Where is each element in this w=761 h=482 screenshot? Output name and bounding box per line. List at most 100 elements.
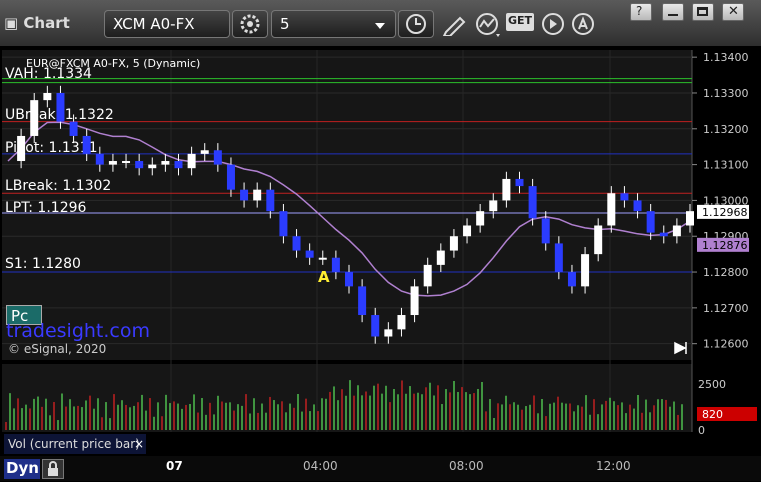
- chart-header: EUR@FXCM A0-FX, 5 (Dynamic): [26, 57, 200, 70]
- app-title-text: Chart: [23, 14, 70, 32]
- candle-body: [82, 135, 91, 154]
- y-tick-label: 1.13300: [703, 87, 749, 100]
- volume-study-label[interactable]: Vol (current price bar) ×: [4, 434, 146, 454]
- interval-text: 5: [280, 15, 290, 33]
- search-icon[interactable]: [570, 12, 598, 38]
- maximize-icon: [697, 7, 708, 16]
- settings-gear-icon: [240, 14, 260, 34]
- candle-body: [436, 250, 445, 265]
- candle-body: [122, 161, 131, 164]
- candle-body: [489, 200, 498, 212]
- lock-button[interactable]: [42, 459, 64, 479]
- candle-body: [200, 150, 209, 154]
- app-title: ▣ Chart: [4, 14, 70, 32]
- candle-body: [567, 272, 576, 287]
- candle-body: [226, 164, 235, 190]
- chart-area[interactable]: VAH: 1.1334UBreak: 1.1322Pivot: 1.1311LB…: [0, 46, 761, 456]
- candle-body: [476, 211, 485, 226]
- time-label-date: 07: [166, 459, 183, 473]
- candle-body: [292, 236, 301, 251]
- pencil-icon[interactable]: [440, 12, 470, 36]
- candle-body: [633, 200, 642, 212]
- y-tick-label: 1.12700: [703, 302, 749, 315]
- settings-button[interactable]: [232, 10, 268, 38]
- candle-body: [659, 232, 668, 237]
- candle-body: [240, 189, 249, 201]
- candle-body: [305, 250, 314, 258]
- volume-study-text: Vol (current price bar): [8, 437, 140, 451]
- chevron-down-icon: [375, 23, 385, 29]
- get-button[interactable]: GET: [506, 13, 534, 31]
- candle-body: [331, 257, 340, 273]
- symbol-text: XCM A0-FX: [113, 15, 195, 33]
- minimize-icon: [668, 14, 678, 16]
- restore-button[interactable]: ?: [630, 3, 652, 21]
- y-tick-label: 1.13400: [703, 51, 749, 64]
- candle-body: [253, 189, 262, 201]
- annotation-a: A: [318, 268, 330, 286]
- candle-body: [646, 211, 655, 233]
- close-button[interactable]: ✕: [722, 3, 744, 21]
- candle-body: [345, 272, 353, 287]
- time-button[interactable]: [398, 10, 434, 38]
- volume-tick-label: 2500: [698, 378, 726, 391]
- time-axis: Dyn 07 04:00 08:00 12:00: [0, 456, 761, 481]
- symbol-input[interactable]: XCM A0-FX: [104, 10, 230, 38]
- candle-body: [318, 257, 327, 260]
- chart-app-icon: ▣: [4, 14, 19, 32]
- time-label-0400: 04:00: [303, 459, 338, 473]
- candle-body: [672, 225, 681, 237]
- candle-body: [397, 315, 406, 330]
- candle-body: [410, 286, 419, 316]
- candle-body: [371, 315, 380, 337]
- window-toolbar: ▣ Chart XCM A0-FX 5 GET ? ✕: [0, 0, 761, 47]
- dynamic-label[interactable]: Dyn: [4, 459, 40, 479]
- candle-body: [17, 135, 26, 162]
- candle-body: [174, 161, 183, 169]
- candle-body: [581, 254, 590, 287]
- y-tick-label: 1.13100: [703, 159, 749, 172]
- candle-body: [449, 236, 458, 251]
- copyright-text: © eSignal, 2020: [8, 342, 107, 356]
- y-tick-label: 1.12600: [703, 338, 749, 351]
- candle-body: [187, 153, 196, 169]
- restore-icon: ?: [636, 4, 643, 18]
- close-icon[interactable]: ×: [134, 434, 144, 454]
- candle-body: [43, 92, 52, 101]
- volume-tick-label: 0: [698, 424, 705, 437]
- ma-price-label: 1.12876: [702, 239, 748, 252]
- candle-body: [95, 153, 104, 165]
- time-label-0800: 08:00: [449, 459, 484, 473]
- maximize-button[interactable]: [692, 3, 714, 21]
- time-label-1200: 12:00: [596, 459, 631, 473]
- candle-body: [30, 100, 39, 136]
- price-pane: [2, 50, 692, 360]
- candle-body: [528, 186, 537, 219]
- candle-body: [384, 329, 393, 337]
- candle-body: [423, 264, 432, 287]
- candle-body: [502, 178, 511, 201]
- candle-body: [161, 161, 170, 165]
- interval-select[interactable]: 5: [271, 10, 396, 38]
- y-tick-label: 1.12800: [703, 266, 749, 279]
- level-label: LPT: 1.1296: [5, 200, 87, 216]
- candle-body: [135, 161, 144, 169]
- level-label: S1: 1.1280: [5, 256, 81, 272]
- volume-current-label: 820: [702, 408, 723, 421]
- play-icon[interactable]: [540, 12, 568, 38]
- y-tick-label: 1.13200: [703, 123, 749, 136]
- candle-body: [554, 243, 563, 273]
- lock-icon: [48, 461, 58, 476]
- close-icon: ✕: [728, 4, 739, 19]
- current-price-label: 1.12968: [702, 206, 748, 219]
- candle-body: [279, 211, 288, 237]
- candle-body: [69, 121, 78, 136]
- candle-body: [213, 150, 222, 165]
- minimize-button[interactable]: [662, 3, 684, 21]
- clock-icon: [406, 14, 426, 34]
- candle-body: [358, 286, 367, 316]
- candle-body: [463, 225, 472, 237]
- study-icon[interactable]: [474, 12, 504, 38]
- candle-body: [266, 189, 275, 212]
- candle-body: [148, 164, 157, 169]
